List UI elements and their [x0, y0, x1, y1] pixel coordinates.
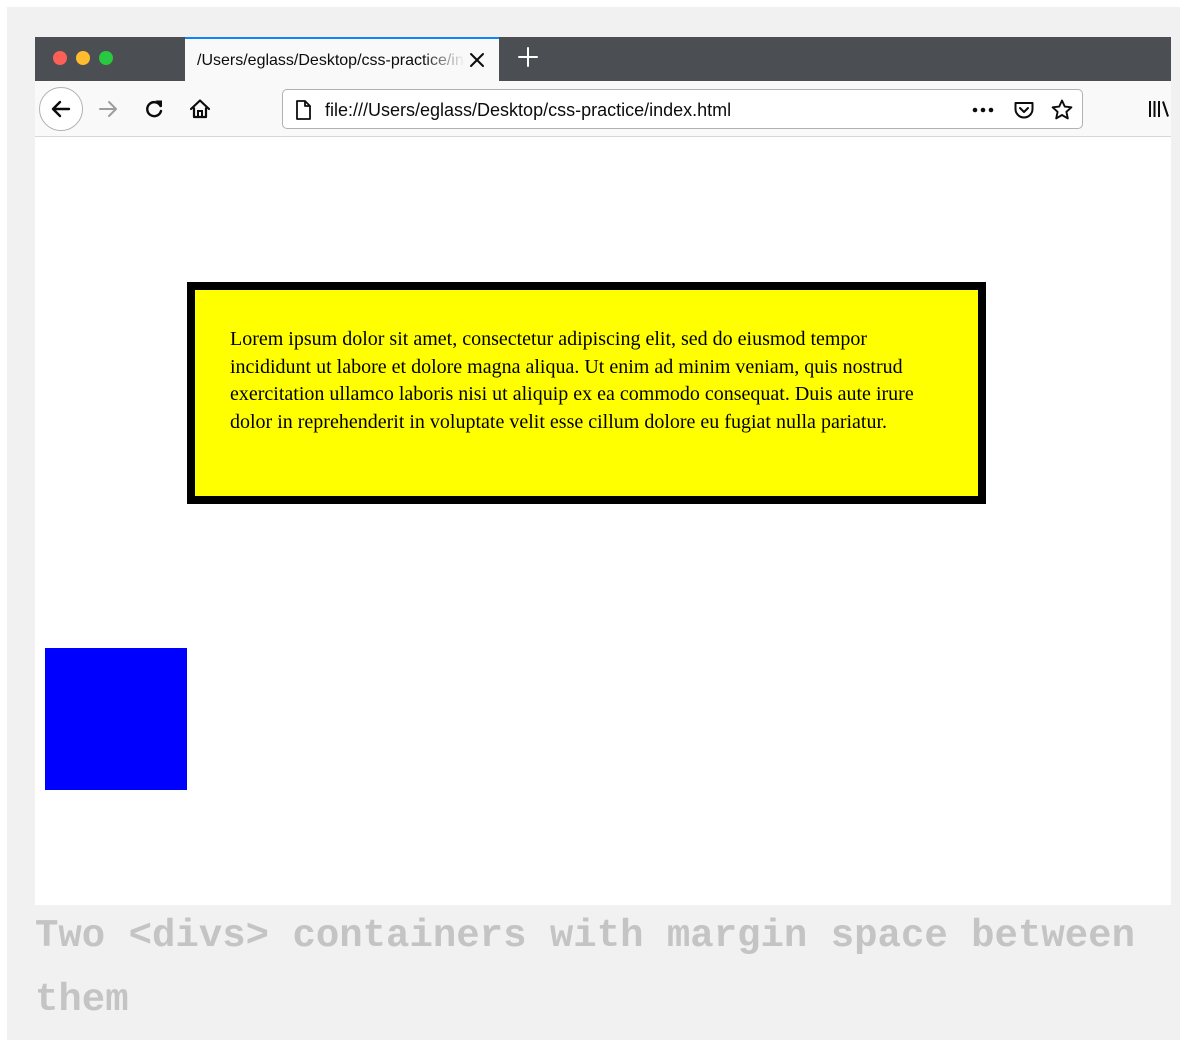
tab-bar: /Users/eglass/Desktop/css-practice/index… [35, 37, 1171, 81]
window-zoom-button[interactable] [99, 51, 113, 65]
url-text[interactable]: file:///Users/eglass/Desktop/css-practic… [325, 99, 731, 121]
lorem-ipsum-text: Lorem ipsum dolor sit amet, consectetur … [230, 328, 914, 433]
reload-icon [142, 97, 166, 121]
figure-frame: /Users/eglass/Desktop/css-practice/index… [7, 7, 1180, 1040]
yellow-bordered-div: Lorem ipsum dolor sit amet, consectetur … [187, 282, 986, 504]
navigation-toolbar: file:///Users/eglass/Desktop/css-practic… [35, 81, 1171, 137]
home-icon [188, 97, 212, 121]
library-button[interactable] [1147, 94, 1171, 124]
more-icon [971, 105, 995, 115]
browser-window: /Users/eglass/Desktop/css-practice/index… [35, 37, 1171, 905]
plus-icon[interactable] [517, 46, 539, 68]
bookmark-button[interactable] [1047, 96, 1077, 124]
page-actions-button[interactable] [968, 96, 998, 124]
pocket-icon [1012, 98, 1036, 122]
forward-button[interactable] [93, 94, 123, 124]
library-icon [1147, 97, 1171, 121]
back-button[interactable] [39, 87, 83, 131]
tab-active[interactable]: /Users/eglass/Desktop/css-practice/index… [185, 37, 499, 81]
page-content: Lorem ipsum dolor sit amet, consectetur … [35, 137, 1171, 905]
blue-square-div [45, 648, 187, 790]
reload-button[interactable] [139, 94, 169, 124]
star-icon [1050, 98, 1074, 122]
figure-caption: Two <divs> containers with margin space … [35, 914, 1135, 1022]
forward-arrow-icon [96, 97, 120, 121]
home-button[interactable] [185, 94, 215, 124]
window-minimize-button[interactable] [76, 51, 90, 65]
back-arrow-icon [49, 97, 73, 121]
page-icon [293, 99, 313, 121]
pocket-button[interactable] [1009, 96, 1039, 124]
address-bar[interactable]: file:///Users/eglass/Desktop/css-practic… [282, 89, 1083, 129]
tab-title: /Users/eglass/Desktop/css-practice/index… [197, 52, 465, 69]
window-close-button[interactable] [53, 51, 67, 65]
close-icon[interactable] [468, 51, 486, 69]
